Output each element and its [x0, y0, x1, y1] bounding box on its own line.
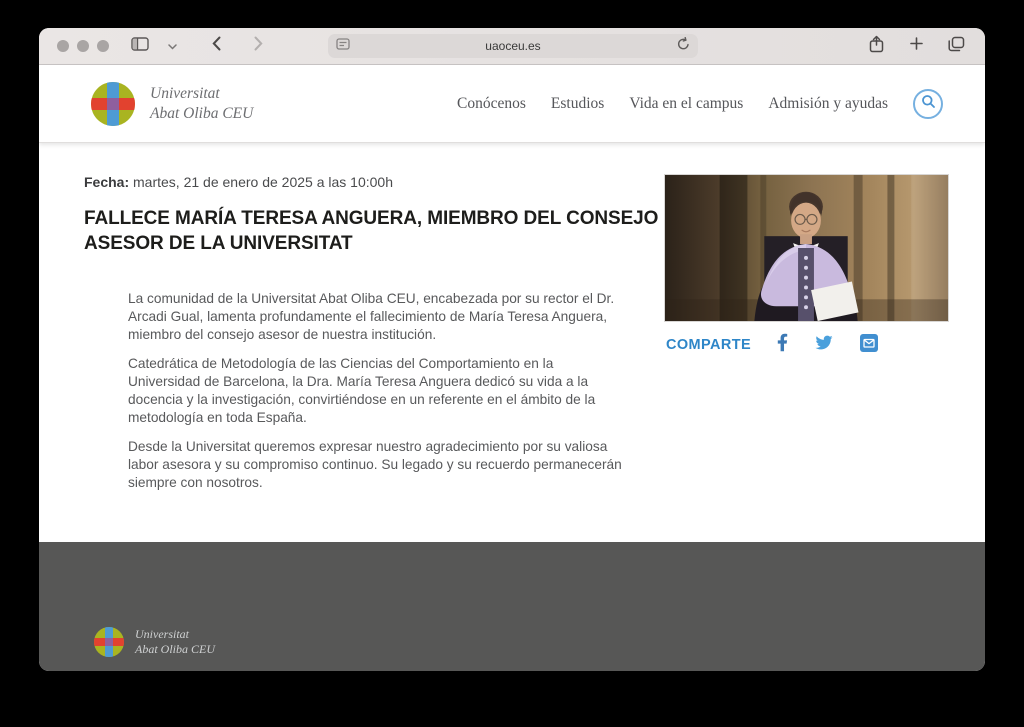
- article-title: FALLECE MARÍA TERESA ANGUERA, MIEMBRO DE…: [84, 208, 659, 255]
- nav-item-estudios[interactable]: Estudios: [551, 95, 604, 113]
- chevron-down-icon: [167, 37, 177, 55]
- site-footer: Universitat Abat Oliba CEU: [39, 542, 985, 671]
- nav-item-vida-en-el-campus[interactable]: Vida en el campus: [629, 95, 743, 113]
- paragraph: Desde la Universitat queremos expresar n…: [128, 438, 622, 490]
- nav-item-conocenos[interactable]: Conócenos: [457, 95, 526, 113]
- twitter-share-button[interactable]: [814, 334, 834, 356]
- plus-icon: [909, 37, 923, 55]
- uao-logo-mark: [91, 81, 135, 126]
- search-button[interactable]: [913, 88, 943, 119]
- photo-illustration: [665, 175, 948, 321]
- share-label: COMPARTE: [666, 337, 752, 353]
- share-button[interactable]: [863, 33, 889, 59]
- minimize-button[interactable]: [77, 40, 89, 52]
- sidebar-icon: [131, 36, 149, 56]
- reload-icon: [677, 36, 690, 56]
- site-header: Universitat Abat Oliba CEU Conócenos Est…: [39, 65, 985, 143]
- reload-button[interactable]: [677, 34, 690, 58]
- date-label: Fecha:: [84, 174, 130, 190]
- footer-logo[interactable]: Universitat Abat Oliba CEU: [94, 627, 215, 657]
- footer-logo-text: Universitat Abat Oliba CEU: [135, 627, 215, 656]
- facebook-icon: [777, 333, 788, 357]
- footer-logo-mark: [94, 627, 124, 657]
- paragraph: Catedrática de Metodología de las Cienci…: [128, 355, 596, 426]
- share-section: COMPARTE: [666, 333, 879, 357]
- sidebar-chevron-button[interactable]: [159, 33, 185, 59]
- close-button[interactable]: [57, 40, 69, 52]
- site-logo[interactable]: Universitat Abat Oliba CEU: [91, 81, 254, 126]
- twitter-icon: [814, 334, 834, 356]
- facebook-share-button[interactable]: [777, 333, 788, 357]
- tab-overview-button[interactable]: [943, 33, 969, 59]
- titlebar: uaoceu.es: [39, 28, 985, 65]
- nav-item-admision-y-ayudas[interactable]: Admisión y ayudas: [768, 95, 888, 113]
- url-text: uaoceu.es: [485, 39, 541, 53]
- traffic-lights: [57, 40, 109, 52]
- site-logo-text: Universitat Abat Oliba CEU: [150, 85, 254, 122]
- article-date: Fecha: martes, 21 de enero de 2025 a las…: [84, 174, 393, 190]
- article: Fecha: martes, 21 de enero de 2025 a las…: [39, 143, 985, 544]
- maximize-button[interactable]: [97, 40, 109, 52]
- back-button[interactable]: [203, 33, 229, 59]
- browser-window: uaoceu.es Universitat Abat Oliba CEU Con…: [39, 28, 985, 671]
- article-body: La comunidad de la Universitat Abat Olib…: [128, 290, 622, 502]
- reader-button[interactable]: [336, 34, 350, 58]
- sidebar-toggle-button[interactable]: [127, 33, 153, 59]
- main-nav: Conócenos Estudios Vida en el campus Adm…: [457, 88, 985, 119]
- share-icon: [869, 35, 884, 58]
- email-share-button[interactable]: [860, 333, 879, 357]
- forward-button[interactable]: [245, 33, 271, 59]
- article-photo: [664, 174, 949, 322]
- search-icon: [921, 94, 936, 114]
- tab-overview-icon: [947, 36, 965, 57]
- forward-icon: [254, 36, 263, 56]
- new-tab-button[interactable]: [903, 33, 929, 59]
- reader-icon: [336, 37, 350, 55]
- email-icon: [860, 333, 879, 357]
- paragraph: La comunidad de la Universitat Abat Olib…: [128, 291, 615, 343]
- url-bar[interactable]: uaoceu.es: [328, 34, 698, 58]
- back-icon: [211, 36, 221, 56]
- date-value: martes, 21 de enero de 2025 a las 10:00h: [129, 174, 393, 190]
